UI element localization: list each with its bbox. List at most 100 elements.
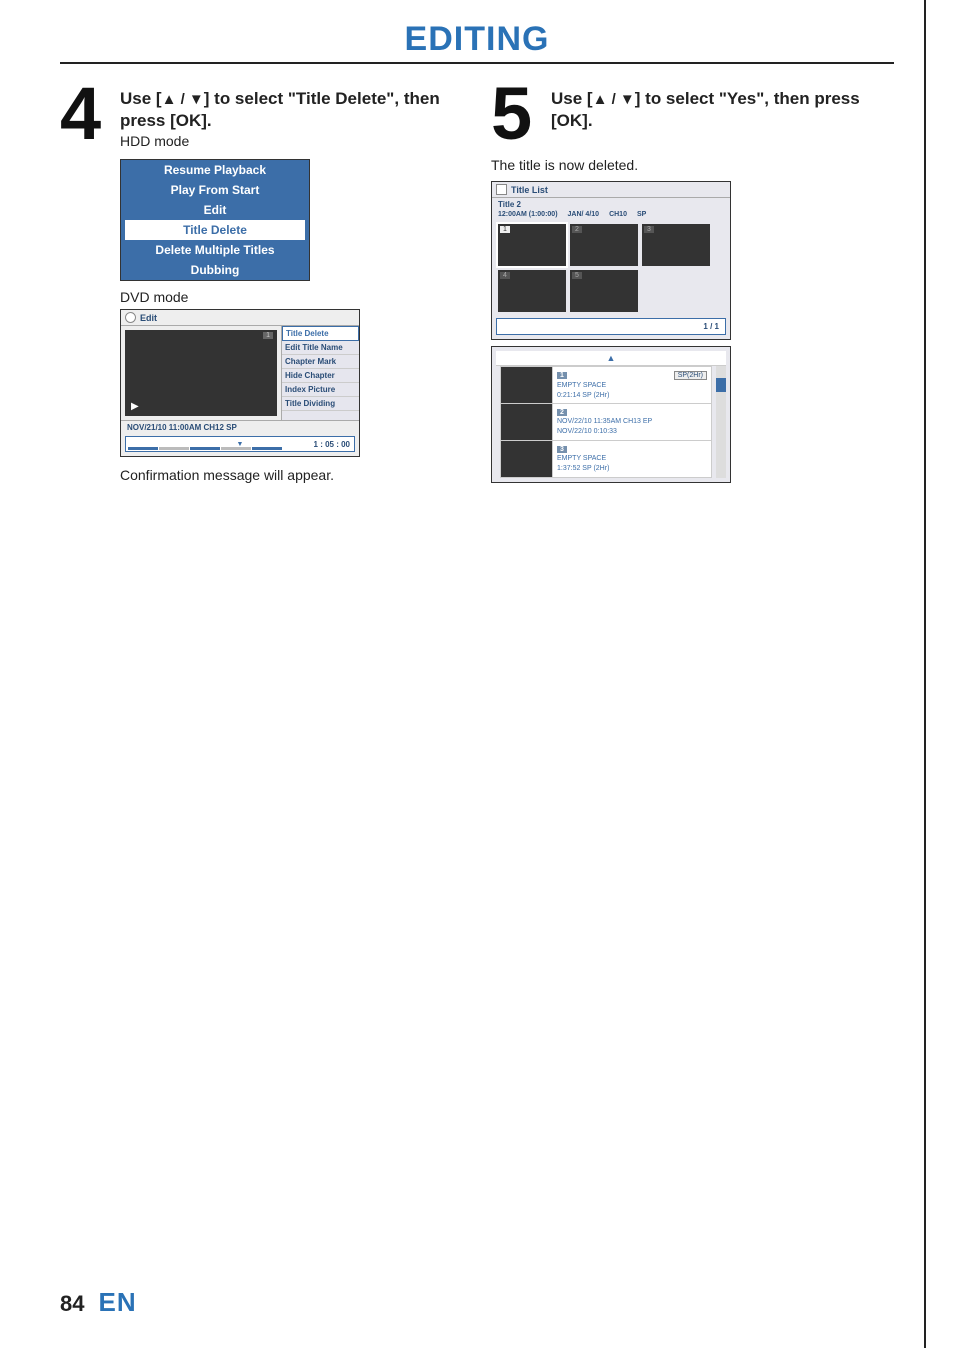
list-item-preview [501, 441, 553, 477]
step-4-text: Use [▲ / ▼] to select "Title Delete", th… [120, 84, 463, 149]
list-item-line2: 1:37:52 SP (2Hr) [557, 465, 707, 473]
step5-lead-prefix: Use [ [551, 89, 593, 108]
tl-time: 12:00AM (1:00:00) [498, 211, 558, 218]
step-4-mode-hdd: HDD mode [120, 133, 463, 149]
dvd-menu-item-selected[interactable]: Title Delete [282, 326, 359, 341]
dvd-panel-title-row: Edit [121, 310, 359, 326]
tl-mode: SP [637, 211, 646, 218]
page: EDITING 4 Use [▲ / ▼] to select "Title D… [0, 0, 954, 1348]
hdd-menu-item[interactable]: Delete Multiple Titles [121, 240, 309, 260]
title-list-sub2: 12:00AM (1:00:00) JAN/ 4/10 CH10 SP [492, 211, 730, 220]
list-rows: 1 SP(2Hr) EMPTY SPACE 0:21:14 SP (2Hr) [496, 366, 716, 478]
header-rule [60, 62, 894, 64]
content: 4 Use [▲ / ▼] to select "Title Delete", … [60, 84, 894, 483]
list-item-index: 1 [557, 372, 567, 379]
step-number-4: 4 [60, 84, 114, 149]
step-4-mode-dvd: DVD mode [120, 289, 463, 305]
disc-icon [125, 312, 136, 323]
list-item-badge: SP(2Hr) [674, 371, 707, 380]
list-item-line2: 0:21:14 SP (2Hr) [557, 392, 707, 400]
dvd-timeline: ▼ 1 : 05 : 00 [125, 436, 355, 452]
hdd-icon [496, 184, 507, 195]
play-icon: ▶ [131, 401, 139, 412]
dvd-info-row: NOV/21/10 11:00AM CH12 SP [121, 420, 359, 434]
hdd-menu-item[interactable]: Dubbing [121, 260, 309, 280]
list-wrap: 1 SP(2Hr) EMPTY SPACE 0:21:14 SP (2Hr) [496, 366, 726, 478]
dvd-time: 1 : 05 : 00 [314, 440, 350, 449]
arrow-up-down-icon: ▲ / ▼ [162, 91, 204, 108]
step-5-instruction: Use [▲ / ▼] to select "Yes", then press … [551, 88, 894, 131]
chevron-up-icon[interactable]: ▲ [496, 351, 726, 366]
list-item[interactable]: 3 EMPTY SPACE 1:37:52 SP (2Hr) [500, 441, 712, 478]
title-thumb[interactable]: 1 [498, 224, 566, 266]
dvd-menu-item[interactable]: Hide Chapter [282, 369, 359, 383]
thumb-num: 3 [644, 226, 654, 233]
list-item-preview [501, 404, 553, 440]
title-thumb[interactable]: 2 [570, 224, 638, 266]
title-list-page: 1 / 1 [496, 318, 726, 335]
list-item-line2: NOV/22/10 0:10:33 [557, 428, 707, 436]
thumb-num: 2 [572, 226, 582, 233]
step-5-text: Use [▲ / ▼] to select "Yes", then press … [551, 84, 894, 143]
thumb-num: 4 [500, 272, 510, 279]
hdd-menu-item[interactable]: Edit [121, 200, 309, 220]
step-4-instruction: Use [▲ / ▼] to select "Title Delete", th… [120, 88, 463, 131]
list-item-line1: EMPTY SPACE [557, 455, 707, 463]
page-number: 84 [60, 1291, 84, 1317]
dvd-preview-box: 1 ▶ [125, 330, 277, 416]
step-number-5: 5 [491, 84, 545, 143]
list-item-preview [501, 367, 553, 403]
title-thumb[interactable]: 3 [642, 224, 710, 266]
dvd-panel-title: Edit [140, 313, 157, 323]
footer: 84 EN [60, 1287, 137, 1318]
scrollbar-thumb[interactable] [716, 378, 726, 392]
dvd-edit-panel: Edit 1 ▶ Title Delete Edit Title Name Ch… [120, 309, 360, 457]
title-list-header: Title List [492, 182, 730, 198]
thumb-num: 5 [572, 272, 582, 279]
dvd-menu-item[interactable]: Edit Title Name [282, 341, 359, 355]
list-item-index: 3 [557, 446, 567, 453]
title-list-header-text: Title List [511, 185, 548, 195]
step-4: 4 Use [▲ / ▼] to select "Title Delete", … [60, 84, 463, 149]
deleted-text: The title is now deleted. [491, 157, 894, 173]
hdd-menu-item-selected[interactable]: Title Delete [125, 220, 305, 240]
arrow-up-down-icon: ▲ / ▼ [593, 91, 635, 108]
scrollbar[interactable] [716, 366, 726, 478]
language-code: EN [98, 1287, 136, 1318]
list-item-body: 3 EMPTY SPACE 1:37:52 SP (2Hr) [553, 441, 711, 477]
thumb-num: 1 [500, 226, 510, 233]
page-title: EDITING [60, 20, 894, 59]
confirmation-message: Confirmation message will appear. [120, 467, 463, 483]
list-item-line1: EMPTY SPACE [557, 382, 707, 390]
list-item-index: 2 [557, 409, 567, 416]
list-item-body: 1 SP(2Hr) EMPTY SPACE 0:21:14 SP (2Hr) [553, 367, 711, 403]
hdd-menu-item[interactable]: Resume Playback [121, 160, 309, 180]
list-item[interactable]: 2 NOV/22/10 11:35AM CH13 EP NOV/22/10 0:… [500, 404, 712, 441]
tl-date: JAN/ 4/10 [568, 211, 600, 218]
list-item-body: 2 NOV/22/10 11:35AM CH13 EP NOV/22/10 0:… [553, 404, 711, 440]
hdd-menu-panel: Resume Playback Play From Start Edit Tit… [120, 159, 310, 281]
dvd-preview-tag: 1 [263, 332, 273, 339]
dvd-edit-menu: Title Delete Edit Title Name Chapter Mar… [281, 326, 359, 420]
dvd-menu-item[interactable]: Chapter Mark [282, 355, 359, 369]
step-5: 5 Use [▲ / ▼] to select "Yes", then pres… [491, 84, 894, 143]
list-panel: ▲ 1 SP(2Hr) EMPTY SPACE 0:21:14 S [491, 346, 731, 483]
page-edge [924, 0, 926, 1348]
list-item[interactable]: 1 SP(2Hr) EMPTY SPACE 0:21:14 SP (2Hr) [500, 366, 712, 404]
dvd-timeline-segments [128, 447, 282, 450]
dvd-preview: 1 ▶ [121, 326, 281, 420]
list-item-line1: NOV/22/10 11:35AM CH13 EP [557, 418, 707, 426]
title-thumb[interactable]: 5 [570, 270, 638, 312]
dvd-menu-item[interactable]: Index Picture [282, 383, 359, 397]
dvd-panel-body: 1 ▶ Title Delete Edit Title Name Chapter… [121, 326, 359, 420]
step-5-column: 5 Use [▲ / ▼] to select "Yes", then pres… [491, 84, 894, 483]
title-list-thumbs: 1 2 3 4 5 [492, 220, 730, 314]
title-list-sub1: Title 2 [492, 198, 730, 211]
tl-ch: CH10 [609, 211, 627, 218]
step-4-column: 4 Use [▲ / ▼] to select "Title Delete", … [60, 84, 463, 483]
title-list-panel: Title List Title 2 12:00AM (1:00:00) JAN… [491, 181, 731, 340]
hdd-menu-item[interactable]: Play From Start [121, 180, 309, 200]
step4-lead-prefix: Use [ [120, 89, 162, 108]
title-thumb[interactable]: 4 [498, 270, 566, 312]
dvd-menu-item[interactable]: Title Dividing [282, 397, 359, 411]
